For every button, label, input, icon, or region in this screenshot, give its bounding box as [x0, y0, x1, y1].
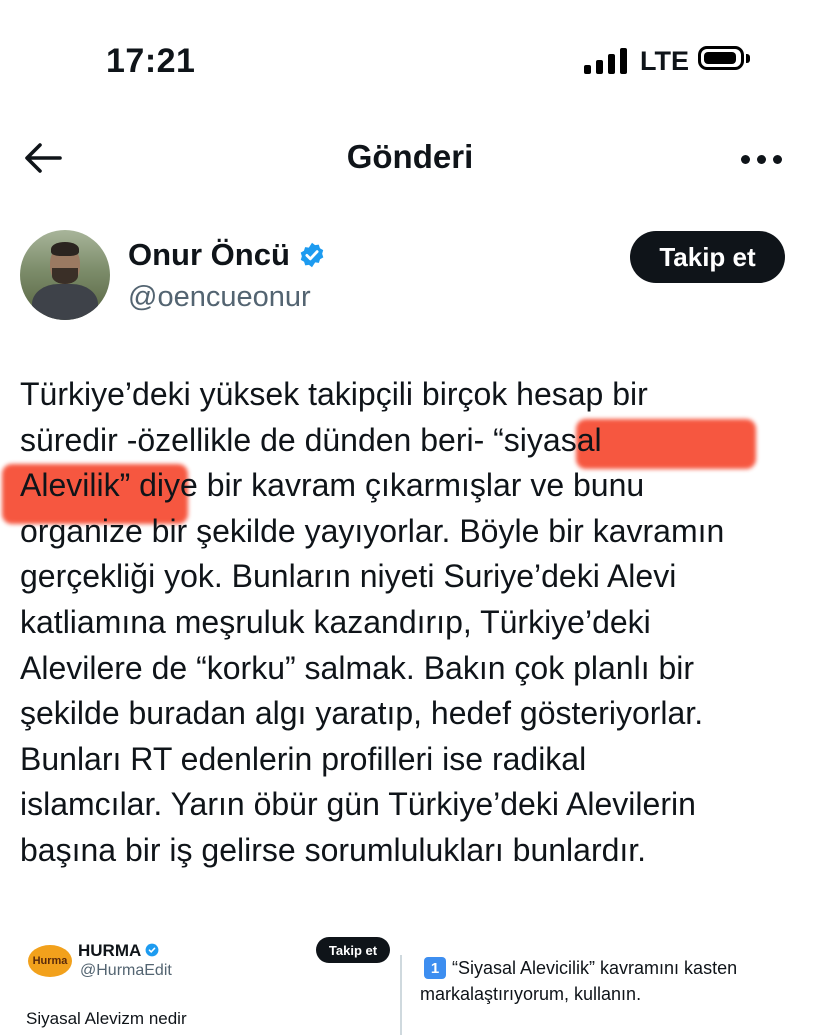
tweet-line: Bunları RT edenlerin profilleri ise radi…	[20, 740, 587, 777]
tweet-line: gerçekliği yok. Bunların niyeti Suriye’d…	[20, 558, 677, 595]
status-bar: 17:21 LTE	[0, 0, 820, 120]
top-nav: Gönderi	[0, 128, 820, 188]
quoted-line: markalaştırıyorum, kullanın.	[420, 984, 642, 1004]
more-dot	[756, 154, 766, 164]
keycap-number-icon: 1	[424, 957, 446, 979]
tweet-author: Onur Öncü @oencueonur Takip et	[0, 225, 820, 325]
tweet-line: islamcılar. Yarın öbür gün Türkiye’deki …	[20, 786, 696, 823]
more-dot	[772, 154, 782, 164]
tweet-line: Alevilere de “korku” salmak. Bakın çok p…	[20, 649, 695, 686]
tweet-line: süredir -özellikle de dünden beri- “siya…	[20, 421, 602, 458]
tweet-text: Türkiye’deki yüksek takipçili birçok hes…	[20, 372, 810, 874]
image-divider	[400, 955, 402, 1035]
quoted-name-text: HURMA	[78, 941, 141, 960]
more-dot	[740, 154, 750, 164]
quoted-post-right: 1 “Siyasal Alevicilik” kavramını kasten …	[420, 955, 800, 1035]
quoted-author-handle: @HurmaEdit	[80, 962, 172, 979]
page-title: Gönderi	[346, 138, 474, 175]
verified-badge-icon	[300, 242, 324, 268]
author-name-row: Onur Öncü	[128, 237, 326, 273]
hurma-logo: Hurma	[28, 945, 72, 977]
quoted-text-right: “Siyasal Alevicilik” kavramını kasten ma…	[420, 955, 782, 1007]
quoted-author-name: HURMA	[78, 941, 159, 961]
tweet-line: organize bir şekilde yayıyorlar. Böyle b…	[20, 512, 725, 549]
tweet-line: Alevilik” diye bir kavram çıkarmışlar ve…	[20, 467, 645, 504]
verified-badge-icon	[145, 943, 159, 957]
quoted-text: Siyasal Alevizm nedir	[26, 1009, 187, 1028]
author-name[interactable]: Onur Öncü	[128, 237, 290, 273]
tweet-line: katliamına meşruluk kazandırıp, Türkiye’…	[20, 603, 651, 640]
more-button[interactable]	[738, 144, 784, 174]
tweet-line: şekilde buradan algı yaratıp, hedef göst…	[20, 695, 704, 732]
battery-icon	[698, 46, 750, 70]
quoted-line: “Siyasal Alevicilik” kavramını kasten	[452, 958, 738, 978]
status-time: 17:21	[106, 42, 196, 80]
author-handle[interactable]: @oencueonur	[128, 281, 311, 314]
attached-image[interactable]: Hurma HURMA @HurmaEdit Takip et Siyasal …	[20, 935, 800, 1035]
quoted-post-left: Hurma HURMA @HurmaEdit Takip et Siyasal …	[20, 935, 400, 1035]
network-label: LTE	[640, 46, 689, 76]
avatar[interactable]	[20, 230, 110, 320]
follow-button[interactable]: Takip et	[630, 231, 785, 283]
tweet-line: Türkiye’deki yüksek takipçili birçok hes…	[20, 376, 648, 412]
tweet-line: başına bir iş gelirse sorumlulukları bun…	[20, 831, 647, 868]
signal-icon	[584, 48, 627, 74]
quoted-follow-button: Takip et	[316, 937, 390, 963]
tweet-body: Türkiye’deki yüksek takipçili birçok hes…	[2, 372, 810, 874]
